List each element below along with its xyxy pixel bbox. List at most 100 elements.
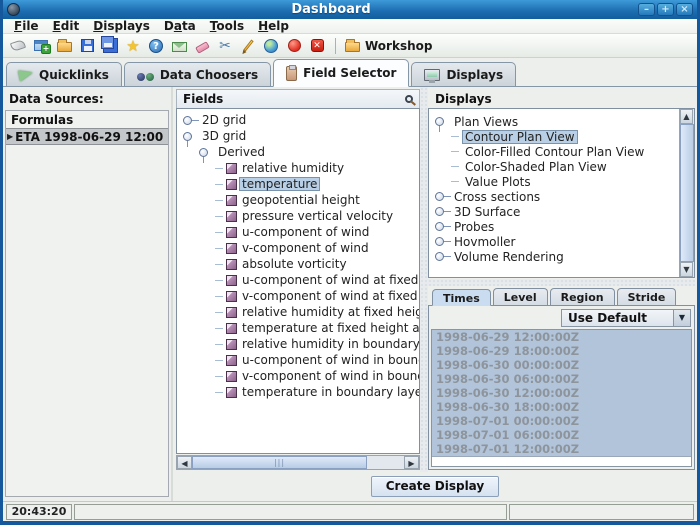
time-item[interactable]: 1998-06-30 18:00:00Z	[432, 400, 691, 414]
data-source-item[interactable]: Formulas	[6, 111, 168, 128]
vertical-splitter[interactable]	[420, 87, 428, 472]
menu-edit[interactable]: Edit	[46, 19, 87, 34]
time-driver-combo[interactable]: Use Default ▼	[561, 309, 691, 327]
fields-tree[interactable]: 2D grid3D gridDerivedrelative humidityte…	[176, 108, 420, 454]
tree-node[interactable]: pressure vertical velocity	[177, 208, 419, 224]
support-request-button[interactable]	[170, 36, 188, 56]
data-source-item[interactable]: ▶ETA 1998-06-29 12:00 GMT	[6, 128, 168, 145]
globe-view-button[interactable]	[262, 36, 280, 56]
time-item[interactable]: 1998-06-30 06:00:00Z	[432, 372, 691, 386]
tree-node[interactable]: Color-Filled Contour Plan View	[429, 144, 679, 159]
tree-node[interactable]: v-component of wind at fixed height abov…	[177, 288, 419, 304]
tree-node[interactable]: geopotential height	[177, 192, 419, 208]
search-icon[interactable]	[405, 95, 413, 103]
edit-button[interactable]	[239, 36, 257, 56]
tab-field-selector[interactable]: Field Selector	[273, 59, 409, 87]
subtab-level[interactable]: Level	[493, 288, 548, 305]
fields-horizontal-scrollbar[interactable]: ◀ ||| ▶	[176, 455, 420, 470]
time-item[interactable]: 1998-06-30 00:00:00Z	[432, 358, 691, 372]
tree-node[interactable]: u-component of wind at fixed height abov…	[177, 272, 419, 288]
time-item[interactable]: 1998-07-01 06:00:00Z	[432, 428, 691, 442]
subtab-region[interactable]: Region	[550, 288, 615, 305]
tree-collapsed-handle-icon[interactable]	[435, 222, 444, 231]
horizontal-splitter[interactable]	[428, 279, 695, 286]
tree-node[interactable]: relative humidity in boundary layer	[177, 336, 419, 352]
eraser-button[interactable]	[193, 36, 211, 56]
menu-help[interactable]: Help	[251, 19, 296, 34]
scrollbar-thumb[interactable]	[680, 124, 694, 262]
tree-node[interactable]: Plan Views	[429, 114, 679, 129]
workshop-button[interactable]: Workshop	[345, 36, 432, 56]
menu-tools[interactable]: Tools	[203, 19, 251, 34]
show-dashboard-button[interactable]	[9, 36, 27, 56]
tree-expanded-handle-icon[interactable]	[183, 132, 192, 141]
displays-vertical-scrollbar[interactable]: ▲ ▼	[679, 109, 694, 277]
favorites-star-button[interactable]	[124, 36, 142, 56]
subtab-times[interactable]: Times	[432, 289, 491, 306]
tree-node[interactable]: 3D Surface	[429, 204, 679, 219]
tree-expanded-handle-icon[interactable]	[199, 148, 208, 157]
menu-file[interactable]: File	[7, 19, 46, 34]
close-button[interactable]: ×	[676, 3, 693, 16]
scroll-up-icon[interactable]: ▲	[680, 109, 693, 124]
tree-node[interactable]: Value Plots	[429, 174, 679, 189]
help-button[interactable]	[147, 36, 165, 56]
field-cube-icon	[226, 291, 237, 302]
tab-displays[interactable]: Displays	[411, 62, 516, 86]
displays-tree[interactable]: Plan ViewsContour Plan ViewColor-Filled …	[429, 109, 679, 277]
menu-data[interactable]: Data	[157, 19, 203, 34]
tree-node[interactable]: Cross sections	[429, 189, 679, 204]
time-item[interactable]: 1998-06-29 18:00:00Z	[432, 344, 691, 358]
scrollbar-thumb[interactable]: |||	[192, 456, 367, 469]
cut-button[interactable]	[216, 36, 234, 56]
minimize-button[interactable]: –	[638, 3, 655, 16]
time-item[interactable]: 1998-06-29 12:00:00Z	[432, 330, 691, 344]
subtab-stride[interactable]: Stride	[617, 288, 677, 305]
tree-node[interactable]: relative humidity	[177, 160, 419, 176]
tree-node[interactable]: Derived	[177, 144, 419, 160]
time-item[interactable]: 1998-07-01 12:00:00Z	[432, 442, 691, 456]
times-list[interactable]: 1998-06-29 12:00:00Z1998-06-29 18:00:00Z…	[432, 330, 691, 457]
tree-node[interactable]: temperature in boundary layer	[177, 384, 419, 400]
tree-node[interactable]: absolute vorticity	[177, 256, 419, 272]
scroll-down-icon[interactable]: ▼	[680, 262, 693, 277]
tree-node[interactable]: Volume Rendering	[429, 249, 679, 264]
folder-button[interactable]	[55, 36, 73, 56]
save-as-button[interactable]	[101, 36, 119, 56]
tree-node[interactable]: u-component of wind in boundary layer	[177, 352, 419, 368]
tree-node[interactable]: 2D grid	[177, 112, 419, 128]
data-sources-list[interactable]: Formulas▶ETA 1998-06-29 12:00 GMT	[5, 110, 169, 497]
titlebar[interactable]: Dashboard – + ×	[3, 0, 697, 19]
scroll-left-icon[interactable]: ◀	[177, 456, 192, 469]
tree-expanded-handle-icon[interactable]	[435, 117, 444, 126]
time-item[interactable]: 1998-07-01 00:00:00Z	[432, 414, 691, 428]
scroll-right-icon[interactable]: ▶	[404, 456, 419, 469]
tree-node[interactable]: temperature	[177, 176, 419, 192]
tree-collapsed-handle-icon[interactable]	[183, 116, 192, 125]
tree-node[interactable]: v-component of wind in boundary layer	[177, 368, 419, 384]
tree-node[interactable]: u-component of wind	[177, 224, 419, 240]
tree-node[interactable]: relative humidity at fixed height above …	[177, 304, 419, 320]
tree-collapsed-handle-icon[interactable]	[435, 237, 444, 246]
tree-node[interactable]: 3D grid	[177, 128, 419, 144]
tree-node[interactable]: temperature at fixed height above ground	[177, 320, 419, 336]
stop-loads-button[interactable]	[285, 36, 303, 56]
tab-data-choosers[interactable]: Data Choosers	[124, 62, 271, 86]
tree-collapsed-handle-icon[interactable]	[435, 192, 444, 201]
tree-collapsed-handle-icon[interactable]	[435, 207, 444, 216]
save-button[interactable]	[78, 36, 96, 56]
tree-node[interactable]: Contour Plan View	[429, 129, 679, 144]
chevron-down-icon[interactable]: ▼	[673, 310, 690, 326]
tree-node[interactable]: Color-Shaded Plan View	[429, 159, 679, 174]
tree-node[interactable]: Hovmoller	[429, 234, 679, 249]
menu-displays[interactable]: Displays	[86, 19, 157, 34]
tree-node[interactable]: v-component of wind	[177, 240, 419, 256]
time-item[interactable]: 1998-06-30 12:00:00Z	[432, 386, 691, 400]
maximize-button[interactable]: +	[657, 3, 674, 16]
tree-collapsed-handle-icon[interactable]	[435, 252, 444, 261]
tab-quicklinks[interactable]: Quicklinks	[6, 62, 122, 86]
exit-button[interactable]	[308, 36, 326, 56]
tree-node[interactable]: Probes	[429, 219, 679, 234]
create-display-button[interactable]: Create Display	[371, 476, 499, 497]
new-display-window-button[interactable]	[32, 36, 50, 56]
